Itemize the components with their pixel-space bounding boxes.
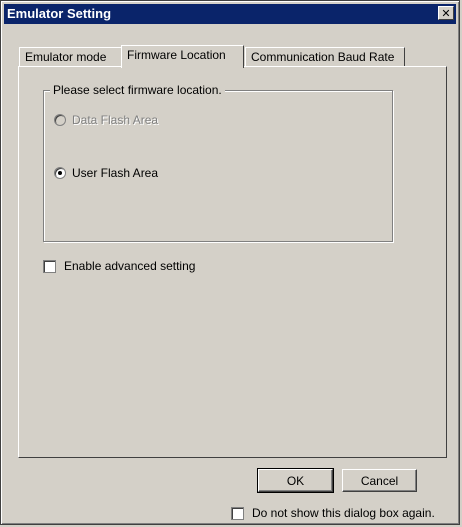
emulator-setting-dialog: Emulator Setting ✕ Emulator mode Firmwar…	[0, 0, 460, 525]
tab-label: Communication Baud Rate	[251, 50, 395, 64]
cancel-button[interactable]: Cancel	[342, 469, 417, 492]
close-button[interactable]: ✕	[438, 6, 454, 20]
radio-button[interactable]	[54, 114, 66, 126]
radio-user-flash-area[interactable]: User Flash Area	[54, 166, 158, 180]
radio-button[interactable]	[54, 167, 66, 179]
close-icon: ✕	[441, 6, 451, 20]
button-label: OK	[286, 473, 305, 488]
do-not-show-again[interactable]: Do not show this dialog box again.	[231, 506, 435, 520]
firmware-location-panel: Please select firmware location. Data Fl…	[18, 66, 447, 458]
tab-label: Firmware Location	[127, 48, 226, 62]
group-label: Please select firmware location.	[50, 83, 225, 97]
checkbox-label: Do not show this dialog box again.	[252, 506, 435, 520]
checkbox-label: Enable advanced setting	[64, 259, 196, 273]
radio-label: User Flash Area	[72, 166, 159, 180]
tab-emulator-mode[interactable]: Emulator mode	[19, 47, 123, 67]
dialog-title: Emulator Setting	[7, 6, 112, 21]
tab-firmware-location[interactable]: Firmware Location	[121, 45, 244, 68]
checkbox[interactable]	[231, 506, 244, 520]
firmware-location-group: Please select firmware location. Data Fl…	[43, 83, 393, 242]
tab-label: Emulator mode	[25, 50, 107, 64]
title-bar[interactable]: Emulator Setting ✕	[4, 4, 456, 24]
radio-data-flash-area[interactable]: Data Flash Area	[54, 113, 158, 127]
checkbox[interactable]	[43, 259, 56, 273]
radio-label: Data Flash Area	[72, 113, 159, 127]
button-label: Cancel	[360, 473, 399, 488]
tab-communication-baud-rate[interactable]: Communication Baud Rate	[245, 47, 405, 67]
ok-button[interactable]: OK	[257, 468, 334, 493]
enable-advanced-setting[interactable]: Enable advanced setting	[43, 259, 195, 273]
